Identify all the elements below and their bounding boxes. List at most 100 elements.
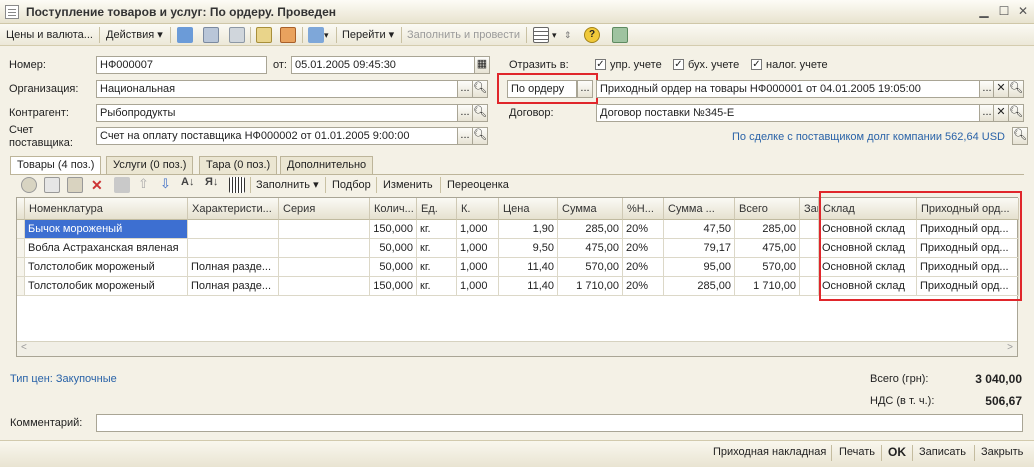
end-edit-icon[interactable] — [114, 177, 130, 193]
price-type-link[interactable]: Тип цен: Закупочные — [10, 373, 117, 385]
table-cell[interactable]: 50,000 — [370, 258, 417, 277]
table-cell-item[interactable]: Бычок мороженый — [25, 220, 188, 239]
table-cell[interactable]: 95,00 — [664, 258, 735, 277]
column-header[interactable]: %Н... — [623, 198, 664, 220]
table-cell[interactable]: 47,50 — [664, 220, 735, 239]
tab-goods[interactable]: Товары (4 поз.) — [10, 156, 102, 175]
column-header[interactable]: Цена — [499, 198, 558, 220]
table-cell[interactable] — [279, 239, 370, 258]
table-cell[interactable] — [800, 277, 819, 296]
doc-structure-icon[interactable] — [256, 27, 272, 43]
table-cell[interactable]: 150,000 — [370, 220, 417, 239]
acct-checkbox[interactable]: ✓ — [673, 59, 684, 70]
sort-asc-icon[interactable]: A↓ — [181, 176, 194, 188]
table-cell[interactable]: кг. — [417, 277, 457, 296]
order-doc-search-icon[interactable]: 🔍︎ — [1008, 80, 1024, 98]
ok-button[interactable]: OK — [888, 445, 906, 459]
column-header[interactable]: Всего — [735, 198, 800, 220]
table-cell[interactable]: 20% — [623, 220, 664, 239]
table-cell[interactable] — [800, 239, 819, 258]
post-icon[interactable] — [177, 27, 193, 43]
column-header[interactable]: К. — [457, 198, 499, 220]
number-field[interactable]: НФ000007 — [96, 56, 267, 74]
org-select-button[interactable]: ... — [457, 80, 473, 98]
table-cell[interactable] — [279, 258, 370, 277]
invoice-search-icon[interactable]: 🔍︎ — [472, 127, 488, 145]
barcode-icon[interactable] — [229, 177, 245, 193]
table-cell[interactable]: 1,000 — [457, 277, 499, 296]
table-cell[interactable] — [188, 239, 279, 258]
fill-and-post-button[interactable]: Заполнить и провести — [407, 27, 520, 43]
prices-button[interactable]: Цены и валюта... — [6, 27, 93, 43]
invoice-select-button[interactable]: ... — [457, 127, 473, 145]
table-cell[interactable]: 570,00 — [735, 258, 800, 277]
order-doc-clear-icon[interactable]: ✕ — [993, 80, 1009, 98]
table-cell[interactable] — [800, 258, 819, 277]
fill-menu[interactable]: Заполнить ▾ — [256, 177, 319, 193]
close-button[interactable]: Закрыть — [981, 446, 1023, 458]
calendar-icon[interactable]: ▦ — [474, 56, 490, 74]
column-header[interactable]: Сумма ... — [664, 198, 735, 220]
copy-icon[interactable] — [229, 27, 245, 43]
add-row-icon[interactable] — [21, 177, 37, 193]
movement-icon[interactable] — [280, 27, 296, 43]
table-cell[interactable]: 20% — [623, 277, 664, 296]
table-cell[interactable]: 79,17 — [664, 239, 735, 258]
table-cell[interactable] — [279, 277, 370, 296]
contract-field[interactable]: Договор поставки №345-Е — [596, 104, 980, 122]
table-cell[interactable]: Полная разде... — [188, 277, 279, 296]
help-icon[interactable]: ? — [584, 27, 600, 43]
change-button[interactable]: Изменить — [383, 177, 433, 193]
contractor-search-icon[interactable]: 🔍︎ — [472, 104, 488, 122]
table-cell[interactable]: 1 710,00 — [558, 277, 623, 296]
table-cell[interactable]: 20% — [623, 239, 664, 258]
table-cell[interactable]: 1 710,00 — [735, 277, 800, 296]
table-cell[interactable]: 285,00 — [558, 220, 623, 239]
edit-row-icon[interactable] — [67, 177, 83, 193]
date-field[interactable]: 05.01.2005 09:45:30 — [291, 56, 475, 74]
contractor-select-button[interactable]: ... — [457, 104, 473, 122]
table-cell[interactable]: кг. — [417, 258, 457, 277]
based-on-dropdown-icon[interactable]: ▾ — [324, 27, 329, 43]
select-button[interactable]: Подбор — [332, 177, 371, 193]
table-cell[interactable]: 1,90 — [499, 220, 558, 239]
settings-icon[interactable] — [612, 27, 628, 43]
mgmt-checkbox[interactable]: ✓ — [595, 59, 606, 70]
debt-link[interactable]: По сделке с поставщиком долг компании 56… — [732, 131, 1005, 143]
invoice-print-button[interactable]: Приходная накладная — [713, 446, 826, 458]
org-search-icon[interactable]: 🔍︎ — [472, 80, 488, 98]
minimize-button[interactable]: ▁ — [975, 4, 993, 20]
contract-search-icon[interactable]: 🔍︎ — [1008, 104, 1024, 122]
column-header[interactable]: Серия — [279, 198, 370, 220]
table-cell[interactable]: 1,000 — [457, 220, 499, 239]
contract-clear-icon[interactable]: ✕ — [993, 104, 1009, 122]
table-dropdown-icon[interactable]: ▾ — [552, 27, 557, 43]
table-cell[interactable]: Полная разде... — [188, 258, 279, 277]
sort-desc-icon[interactable]: Я↓ — [205, 176, 218, 188]
delete-row-icon[interactable]: ✕ — [91, 177, 103, 194]
move-up-icon[interactable]: ⇧ — [138, 176, 149, 192]
table-cell[interactable]: кг. — [417, 239, 457, 258]
column-header[interactable]: Характеристи... — [188, 198, 279, 220]
table-cell[interactable]: 475,00 — [735, 239, 800, 258]
table-cell[interactable]: 285,00 — [735, 220, 800, 239]
order-mode-select-button[interactable]: ... — [577, 80, 593, 98]
tab-packaging[interactable]: Тара (0 поз.) — [199, 156, 278, 174]
actions-menu[interactable]: Действия ▾ — [106, 27, 163, 43]
table-cell[interactable]: 1,000 — [457, 258, 499, 277]
table-cell[interactable]: 9,50 — [499, 239, 558, 258]
save-button[interactable]: Записать — [919, 446, 966, 458]
tab-additional[interactable]: Дополнительно — [280, 156, 374, 174]
table-cell[interactable]: 475,00 — [558, 239, 623, 258]
comment-field[interactable] — [96, 414, 1023, 432]
table-cell-item[interactable]: Вобла Астраханская вяленая — [25, 239, 188, 258]
table-cell[interactable]: 1,000 — [457, 239, 499, 258]
table-cell-item[interactable]: Толстолобик мороженый — [25, 258, 188, 277]
horizontal-scrollbar[interactable]: < > — [17, 341, 1017, 356]
table-cell-item[interactable]: Толстолобик мороженый — [25, 277, 188, 296]
debt-search-icon[interactable]: 🔍︎ — [1012, 127, 1028, 145]
invoice-field[interactable]: Счет на оплату поставщика НФ000002 от 01… — [96, 127, 458, 145]
tab-services[interactable]: Услуги (0 поз.) — [106, 156, 194, 174]
table-cell[interactable]: 50,000 — [370, 239, 417, 258]
table-cell[interactable]: 150,000 — [370, 277, 417, 296]
